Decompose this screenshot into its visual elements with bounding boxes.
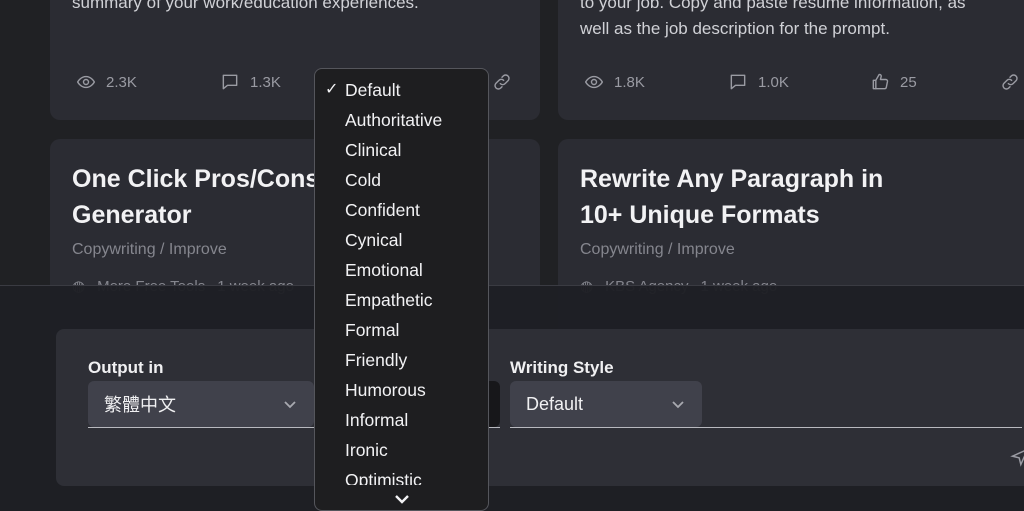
link-icon[interactable] <box>1000 72 1020 92</box>
output-language-select[interactable]: 繁體中文 <box>88 381 314 427</box>
chevron-down-icon <box>282 396 298 412</box>
tone-option-cold[interactable]: Cold <box>315 165 488 195</box>
chevron-down-icon[interactable] <box>393 493 411 505</box>
views-count: 2.3K <box>106 73 137 91</box>
likes-count: 25 <box>900 73 917 91</box>
tone-option-emotional[interactable]: Emotional <box>315 255 488 285</box>
output-language-value: 繁體中文 <box>104 395 176 415</box>
card-description: summary of your work/education experienc… <box>72 0 419 12</box>
comment-icon <box>730 74 746 90</box>
tone-option-clinical[interactable]: Clinical <box>315 135 488 165</box>
writing-style-label: Writing Style <box>510 358 614 377</box>
tone-option-friendly[interactable]: Friendly <box>315 345 488 375</box>
output-language-underline <box>88 427 314 428</box>
link-icon[interactable] <box>492 72 512 92</box>
card-title[interactable]: Rewrite Any Paragraph in 10+ Unique Form… <box>580 161 920 233</box>
scroll-down-arrow[interactable] <box>393 492 411 504</box>
eye-icon <box>76 75 96 89</box>
send-button[interactable] <box>1010 447 1024 467</box>
like-button[interactable]: 25 <box>870 72 917 92</box>
checkmark-icon: ✓ <box>325 81 339 98</box>
writing-style-value: Default <box>526 393 584 414</box>
tone-option-authoritative[interactable]: Authoritative <box>315 105 488 135</box>
card-description-line2: well as the job description for the prom… <box>580 19 890 38</box>
writing-style-underline <box>510 427 1022 428</box>
views-stat: 2.3K <box>76 72 137 92</box>
chevron-down-icon <box>670 396 686 412</box>
tone-dropdown-menu[interactable]: ✓ Default Authoritative Clinical Cold Co… <box>314 68 489 511</box>
send-icon[interactable] <box>1010 447 1024 467</box>
tone-option-humorous[interactable]: Humorous <box>315 375 488 405</box>
comments-stat: 1.3K <box>220 72 281 92</box>
tone-option-empathetic[interactable]: Empathetic <box>315 285 488 315</box>
tone-option-confident[interactable]: Confident <box>315 195 488 225</box>
tone-option-optimistic[interactable]: Optimistic <box>315 465 488 485</box>
eye-icon <box>584 75 604 89</box>
link-button[interactable] <box>492 72 512 92</box>
link-button[interactable] <box>1000 72 1020 92</box>
output-language-label: Output in <box>88 358 164 377</box>
tone-option-cynical[interactable]: Cynical <box>315 225 488 255</box>
views-count: 1.8K <box>614 73 645 91</box>
writing-style-select[interactable]: Default <box>510 381 702 427</box>
tone-option-ironic[interactable]: Ironic <box>315 435 488 465</box>
prompt-settings-panel: Output in 繁體中文 Writing Style Default <box>56 329 1024 486</box>
card-category[interactable]: Copywriting / Improve <box>580 241 735 259</box>
comments-count: 1.0K <box>758 73 789 91</box>
tone-option-default[interactable]: ✓ Default <box>315 75 488 105</box>
thumbs-up-icon[interactable] <box>870 72 890 92</box>
tone-option-informal[interactable]: Informal <box>315 405 488 435</box>
card-description-line1: to your job. Copy and paste resume infor… <box>580 0 966 12</box>
prompt-card-resume-job[interactable]: to your job. Copy and paste resume infor… <box>558 0 1024 120</box>
tone-option-formal[interactable]: Formal <box>315 315 488 345</box>
card-category[interactable]: Copywriting / Improve <box>72 241 227 259</box>
comments-count: 1.3K <box>250 73 281 91</box>
views-stat: 1.8K <box>584 72 645 92</box>
comments-stat: 1.0K <box>728 72 789 92</box>
comment-icon <box>222 74 238 90</box>
